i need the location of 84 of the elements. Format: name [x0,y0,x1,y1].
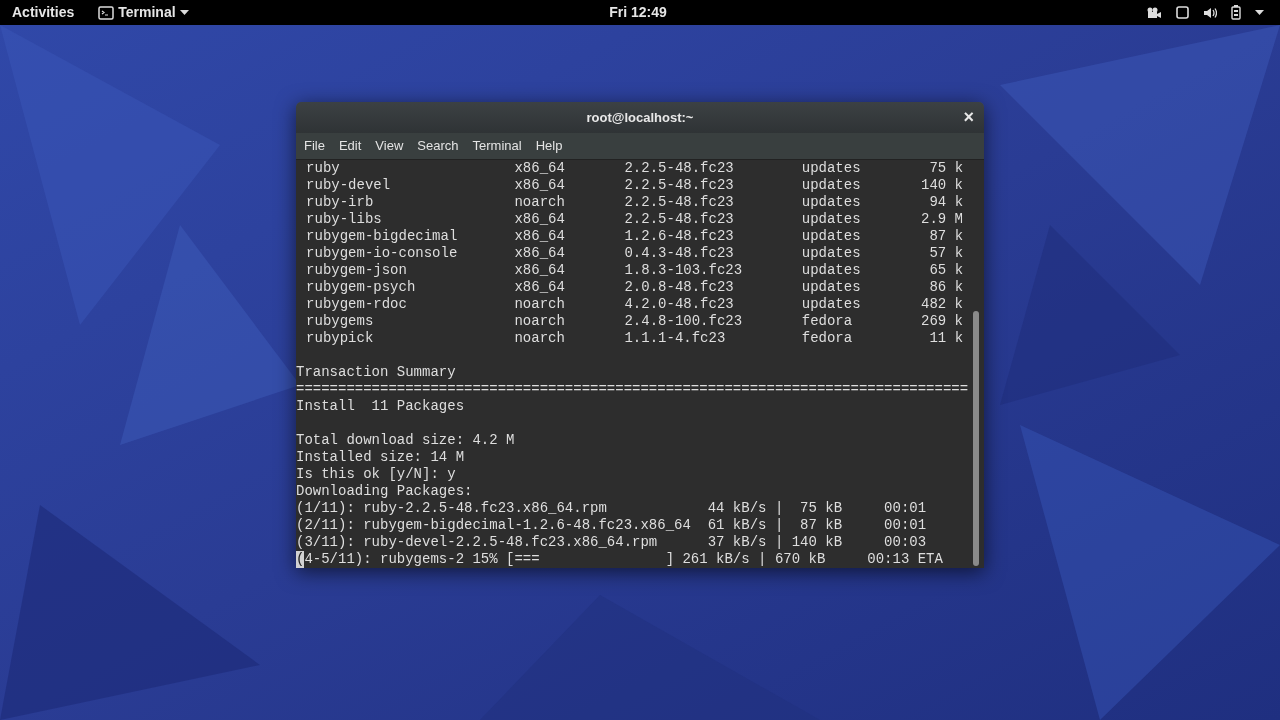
package-arch: x86_64 [514,160,566,177]
clock[interactable]: Fri 12:49 [609,2,667,23]
package-repo: fedora [801,330,854,347]
terminal-icon [98,5,115,20]
package-repo: updates [801,279,862,296]
terminal-line: Transaction Summary [296,364,456,380]
package-size: 11 k [928,330,964,347]
package-name: rubygems [306,313,375,330]
terminal-line: Downloading Packages: [296,483,473,499]
package-name: ruby [306,160,341,177]
package-arch: noarch [514,330,566,347]
package-arch: noarch [514,194,566,211]
package-version: 1.2.6-48.fc23 [624,228,735,245]
package-size: 2.9 M [920,211,964,228]
package-version: 2.2.5-48.fc23 [624,194,735,211]
close-button[interactable]: × [963,107,974,127]
package-size: 269 k [920,313,964,330]
window-title: root@localhost:~ [586,108,694,127]
package-version: 2.2.5-48.fc23 [624,177,735,194]
package-repo: updates [801,160,862,177]
package-name: rubygem-rdoc [306,296,408,313]
package-arch: x86_64 [514,245,566,262]
menu-item[interactable]: Terminal [466,136,528,156]
terminal-line: (3/11): ruby-devel-2.2.5-48.fc23.x86_64.rpm 37 kB/s | 140 kB 00:03 [296,534,927,550]
package-name: rubygem-io-console [306,245,459,262]
app-menu[interactable]: Terminal [98,2,189,23]
package-name: ruby-irb [306,194,375,211]
menu-item[interactable]: Search [411,136,465,156]
caret-icon [179,10,189,15]
package-repo: updates [801,228,862,245]
package-version: 2.2.5-48.fc23 [624,160,735,177]
package-name: rubygem-psych [306,279,417,296]
package-repo: updates [801,211,862,228]
package-name: rubygem-json [306,262,408,279]
package-arch: x86_64 [514,177,566,194]
package-size: 57 k [928,245,964,262]
window-icon[interactable] [1176,6,1189,19]
package-size: 140 k [920,177,964,194]
video-camera-icon[interactable] [1146,6,1162,19]
package-name: ruby-devel [306,177,392,194]
package-repo: fedora [801,313,854,330]
package-version: 1.1.1-4.fc23 [624,330,727,347]
package-size: 94 k [928,194,964,211]
activities-button[interactable]: Activities [12,2,75,23]
package-name: rubypick [306,330,375,347]
package-size: 482 k [920,296,964,313]
terminal-line: Installed size: 14 M [296,449,465,465]
package-version: 2.0.8-48.fc23 [624,279,735,296]
package-version: 2.2.5-48.fc23 [624,211,735,228]
package-arch: noarch [514,313,566,330]
terminal-line: ================================================================================ [296,381,969,397]
package-repo: updates [801,177,862,194]
menu-item[interactable]: View [369,136,410,156]
package-version: 4.2.0-48.fc23 [624,296,735,313]
terminal-line: Is this ok [y/N]: y [296,466,456,482]
package-repo: updates [801,296,862,313]
package-size: 65 k [928,262,964,279]
package-version: 2.4.8-100.fc23 [624,313,744,330]
package-arch: x86_64 [514,262,566,279]
menu-item[interactable]: Help [529,136,569,156]
package-arch: x86_64 [514,211,566,228]
package-size: 86 k [928,279,964,296]
speaker-icon[interactable] [1203,6,1217,19]
menu-item[interactable]: File [298,136,331,156]
menu-item[interactable]: Edit [332,136,368,156]
package-version: 1.8.3-103.fc23 [624,262,744,279]
package-size: 87 k [928,228,964,245]
package-arch: x86_64 [514,279,566,296]
terminal-line: Total download size: 4.2 M [296,432,515,448]
caret-icon[interactable] [1255,10,1264,15]
package-name: rubygem-bigdecimal [306,228,459,245]
package-name: ruby-libs [306,211,383,228]
package-size: 75 k [928,160,964,177]
scrollbar-thumb[interactable] [973,311,979,566]
terminal-line: Install 11 Packages [296,398,465,414]
terminal-line: (2/11): rubygem-bigdecimal-1.2.6-48.fc23.x86_64 61 kB/s | 87 kB 00:01 [296,517,927,533]
package-arch: noarch [514,296,566,313]
package-repo: updates [801,262,862,279]
package-repo: updates [801,194,862,211]
terminal-line: (1/11): ruby-2.2.5-48.fc23.x86_64.rpm 44 kB/s | 75 kB 00:01 [296,500,927,516]
package-arch: x86_64 [514,228,566,245]
package-version: 0.4.3-48.fc23 [624,245,735,262]
battery-icon[interactable] [1231,5,1241,20]
package-repo: updates [801,245,862,262]
